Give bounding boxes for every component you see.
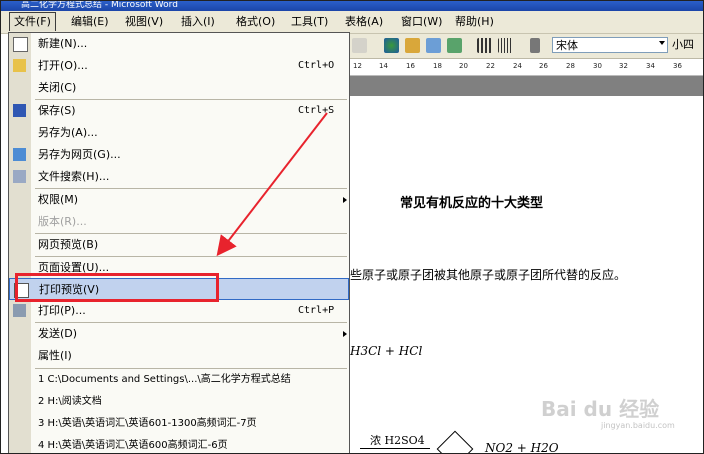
annotation-arrow — [216, 112, 328, 257]
word-window: 高二化学方程式总结 - Microsoft Word 文件(F) 编辑(E) 视… — [0, 0, 704, 454]
